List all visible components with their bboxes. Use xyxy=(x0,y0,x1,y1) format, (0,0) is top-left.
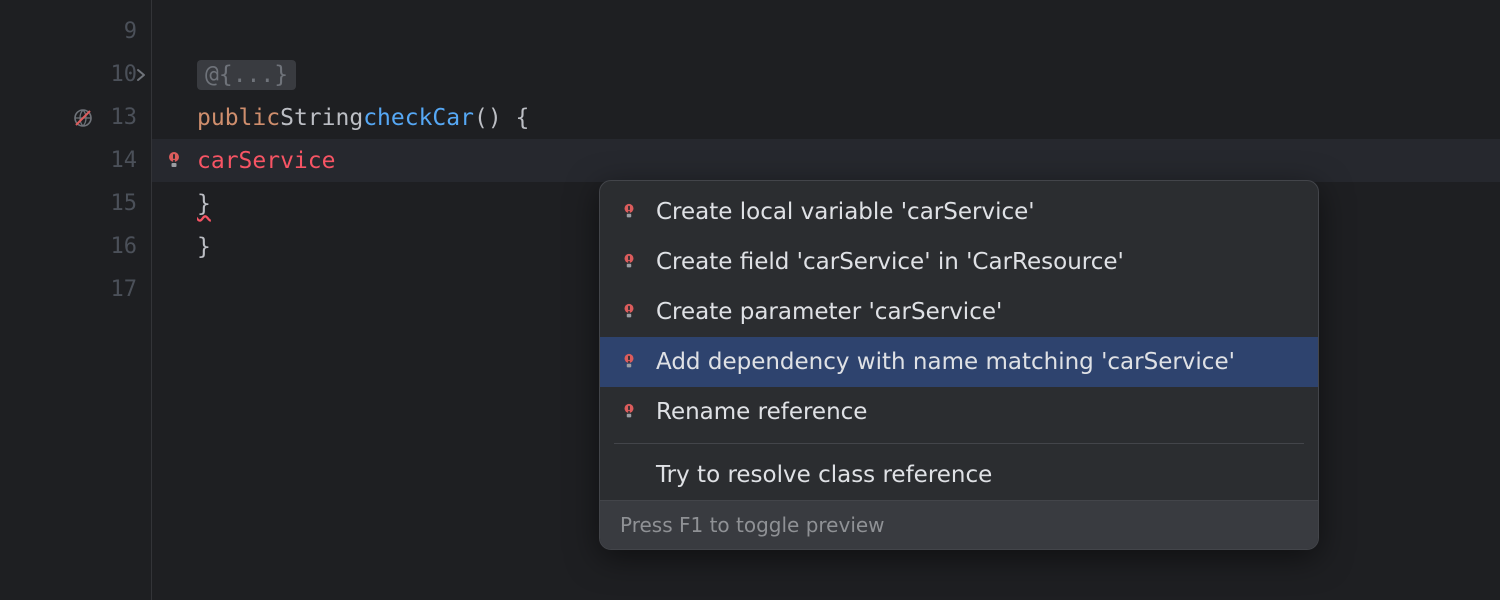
gutter-row[interactable]: 10 xyxy=(0,53,151,96)
code-line[interactable]: public String checkCar() { xyxy=(152,96,1500,139)
code-line[interactable]: @{...} xyxy=(152,53,1500,96)
line-number: 17 xyxy=(97,277,137,302)
code-line[interactable] xyxy=(152,10,1500,53)
code-area[interactable]: @{...} public String checkCar() { carSer… xyxy=(152,0,1500,600)
quickfix-item-resolve-class[interactable]: Try to resolve class reference xyxy=(600,450,1318,500)
popup-footer: Press F1 to toggle preview xyxy=(600,500,1318,549)
quickfix-item-create-parameter[interactable]: Create parameter 'carService' xyxy=(600,287,1318,337)
separator xyxy=(614,443,1304,444)
brace-close: } xyxy=(197,234,211,260)
quickfix-item-create-local[interactable]: Create local variable 'carService' xyxy=(600,187,1318,237)
quickfix-item-label: Create parameter 'carService' xyxy=(656,299,1002,325)
globe-no-icon[interactable] xyxy=(72,107,94,129)
quickfix-item-add-dependency[interactable]: Add dependency with name matching 'carSe… xyxy=(600,337,1318,387)
error-bulb-icon xyxy=(620,353,648,371)
quickfix-item-label: Add dependency with name matching 'carSe… xyxy=(656,349,1235,375)
method-name: checkCar xyxy=(363,105,474,131)
brace-close: } xyxy=(197,191,211,217)
gutter-row[interactable]: 13 xyxy=(0,96,151,139)
footer-hint: Press F1 to toggle preview xyxy=(620,513,885,537)
quickfix-popup: Create local variable 'carService' Creat… xyxy=(599,180,1319,550)
type: String xyxy=(280,105,363,131)
folded-annotation[interactable]: @{...} xyxy=(197,60,296,90)
brace-open: { xyxy=(502,105,530,131)
quickfix-item-label: Rename reference xyxy=(656,399,867,425)
gutter-row[interactable]: 16 xyxy=(0,225,151,268)
error-bulb-icon xyxy=(620,253,648,271)
line-number: 16 xyxy=(97,234,137,259)
error-bulb-icon xyxy=(620,303,648,321)
error-bulb-icon xyxy=(620,403,648,421)
line-number: 14 xyxy=(97,148,137,173)
gutter-row[interactable]: 15 xyxy=(0,182,151,225)
fold-chevron-icon[interactable] xyxy=(133,67,149,83)
gutter-row[interactable]: 14 xyxy=(0,139,151,182)
keyword: public xyxy=(197,105,280,131)
quickfix-item-label: Try to resolve class reference xyxy=(656,462,992,488)
quickfix-item-create-field[interactable]: Create field 'carService' in 'CarResourc… xyxy=(600,237,1318,287)
line-number: 15 xyxy=(97,191,137,216)
code-line-current[interactable]: carService xyxy=(152,139,1500,182)
error-bulb-icon[interactable] xyxy=(164,151,184,171)
unresolved-reference: carService xyxy=(197,148,335,174)
quickfix-item-label: Create local variable 'carService' xyxy=(656,199,1035,225)
line-number: 10 xyxy=(97,62,137,87)
gutter: 9 10 13 14 15 16 xyxy=(0,0,152,600)
line-number: 13 xyxy=(97,105,137,130)
error-bulb-icon xyxy=(620,203,648,221)
gutter-row[interactable]: 9 xyxy=(0,10,151,53)
punct: () xyxy=(474,105,502,131)
code-editor: 9 10 13 14 15 16 xyxy=(0,0,1500,600)
line-number: 9 xyxy=(97,19,137,44)
gutter-row[interactable]: 17 xyxy=(0,268,151,311)
quickfix-item-label: Create field 'carService' in 'CarResourc… xyxy=(656,249,1124,275)
quickfix-item-rename-reference[interactable]: Rename reference xyxy=(600,387,1318,437)
